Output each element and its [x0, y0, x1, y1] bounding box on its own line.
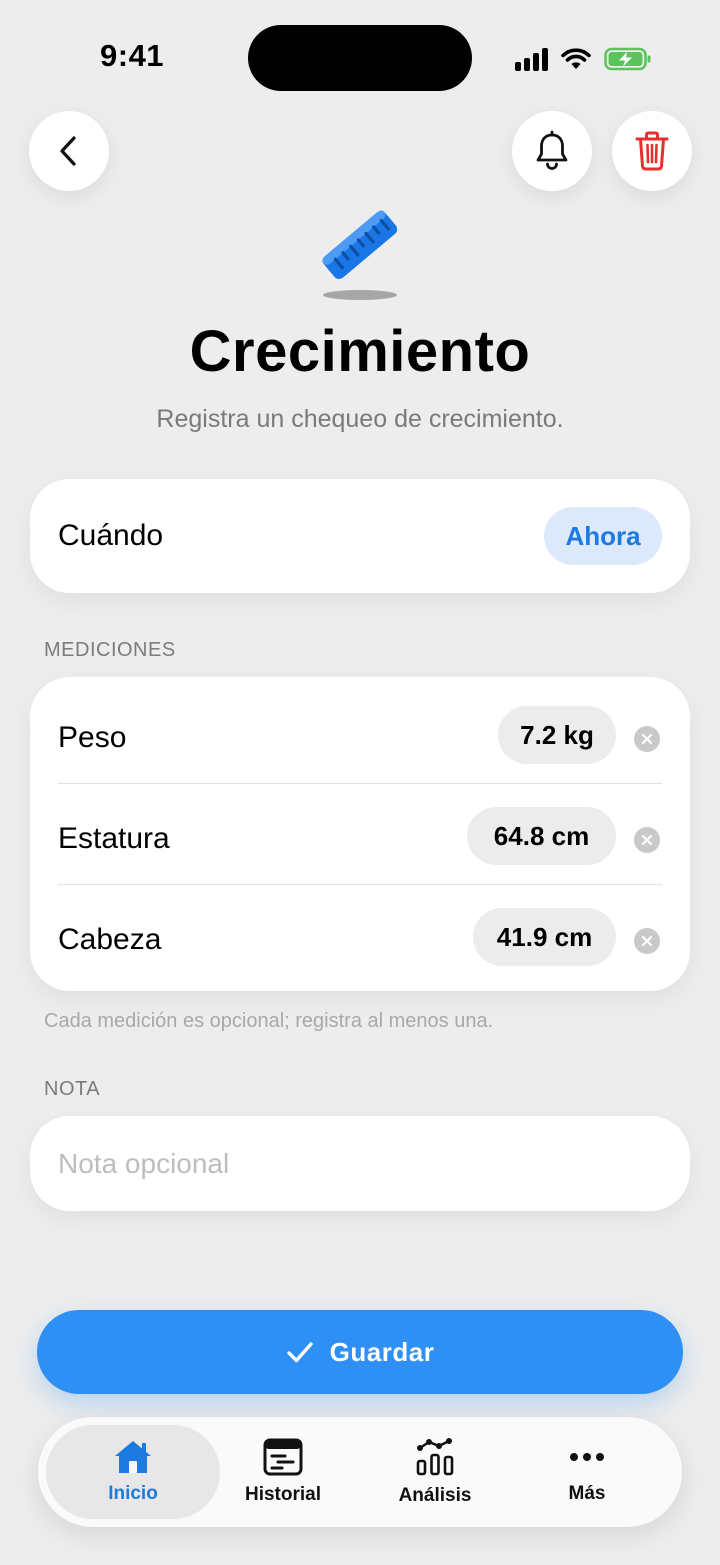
clear-height-button[interactable]	[634, 827, 660, 853]
measurement-row-weight: Peso 7.2 kg	[30, 683, 690, 784]
close-icon	[641, 733, 653, 745]
measurements-hint: Cada medición es opcional; registra al m…	[44, 1010, 494, 1032]
measurement-row-head: Cabeza 41.9 cm	[30, 885, 690, 986]
clear-weight-button[interactable]	[634, 726, 660, 752]
close-icon	[641, 935, 653, 947]
height-label: Estatura	[58, 822, 170, 855]
tab-analisis[interactable]: Análisis	[360, 1417, 510, 1527]
note-section-label: NOTA	[44, 1078, 101, 1100]
ruler-icon	[322, 210, 398, 300]
bell-icon	[536, 130, 568, 170]
measurements-card: Peso 7.2 kg Estatura 64.8 cm Cabeza 41.9…	[30, 677, 690, 991]
save-button[interactable]: Guardar	[37, 1310, 683, 1394]
history-icon	[263, 1438, 303, 1476]
trash-icon	[635, 131, 669, 171]
status-icons	[515, 44, 652, 74]
date-time-picker-button[interactable]: Ahora	[544, 507, 662, 565]
more-icon	[570, 1453, 604, 1461]
page-subtitle: Registra un chequeo de crecimiento.	[156, 405, 564, 433]
tab-historial-label: Historial	[244, 1484, 322, 1505]
measurements-section-label: MEDICIONES	[44, 639, 176, 661]
notification-button[interactable]	[512, 111, 592, 191]
status-time: 9:41	[100, 38, 165, 73]
close-icon	[641, 834, 653, 846]
tab-bar: Inicio Historial Análisis Más	[38, 1417, 682, 1527]
head-label: Cabeza	[58, 923, 162, 956]
tab-mas-label: Más	[568, 1483, 606, 1504]
dynamic-island	[248, 25, 472, 91]
save-button-label: Guardar	[329, 1336, 435, 1367]
when-card: Cuándo Ahora	[30, 479, 690, 593]
head-value-field[interactable]: 41.9 cm	[473, 908, 616, 966]
clear-head-button[interactable]	[634, 928, 660, 954]
analytics-icon	[416, 1438, 454, 1476]
measurement-row-height: Estatura 64.8 cm	[30, 784, 690, 885]
chevron-left-icon	[60, 136, 76, 166]
weight-value-field[interactable]: 7.2 kg	[498, 706, 616, 764]
battery-charging-icon	[604, 47, 651, 71]
height-value-field[interactable]: 64.8 cm	[467, 807, 616, 865]
weight-label: Peso	[58, 721, 127, 754]
tab-analisis-label: Análisis	[398, 1485, 472, 1506]
tab-inicio[interactable]: Inicio	[46, 1417, 220, 1527]
back-button[interactable]	[29, 111, 109, 191]
tab-inicio-label: Inicio	[108, 1483, 158, 1504]
cellular-signal-icon	[515, 47, 548, 71]
note-card	[30, 1116, 690, 1211]
home-icon	[115, 1441, 151, 1473]
checkmark-icon	[286, 1342, 313, 1363]
page-title: Crecimiento	[189, 319, 531, 384]
note-input[interactable]	[58, 1140, 658, 1188]
tab-historial[interactable]: Historial	[208, 1417, 358, 1527]
tab-mas[interactable]: Más	[512, 1417, 662, 1527]
delete-button[interactable]	[612, 111, 692, 191]
wifi-icon	[561, 48, 591, 69]
when-label: Cuándo	[58, 519, 164, 552]
